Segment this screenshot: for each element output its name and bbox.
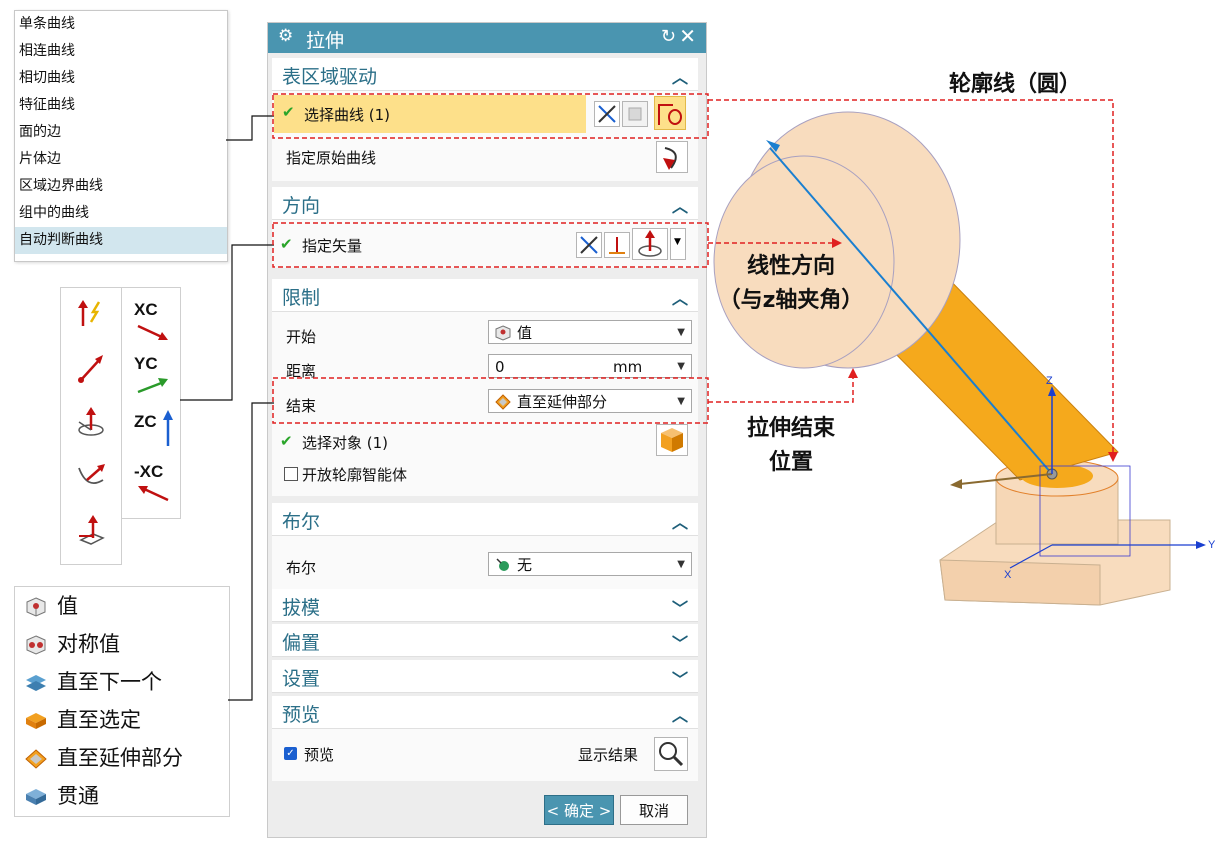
end-callout-line bbox=[708, 376, 854, 403]
select-curve-highlight bbox=[272, 93, 709, 139]
model-viewport: Z Y X bbox=[713, 111, 1216, 606]
vector-highlight bbox=[272, 222, 709, 268]
end-callout-arrow bbox=[848, 368, 858, 378]
x-axis-label: X bbox=[1004, 569, 1012, 581]
end-callout-line1: 拉伸结束 bbox=[746, 416, 835, 441]
connector-line bbox=[228, 402, 274, 701]
y-axis-label: Y bbox=[1208, 539, 1216, 551]
end-callout-line2: 位置 bbox=[768, 450, 813, 475]
profile-callout: 轮廓线（圆） bbox=[948, 72, 1081, 97]
connector-line bbox=[226, 115, 274, 141]
base-block-front bbox=[939, 559, 1101, 606]
annotation-overlay: Z Y X bbox=[180, 93, 1216, 701]
x-arrowhead bbox=[950, 479, 962, 489]
direction-callout-line2: （与z轴夹角） bbox=[718, 288, 864, 313]
y-arrowhead bbox=[1196, 541, 1206, 549]
profile-callout-arrow bbox=[1108, 452, 1118, 462]
direction-callout-line1: 线性方向 bbox=[746, 254, 835, 279]
connector-line bbox=[180, 244, 274, 401]
end-limit-highlight bbox=[272, 377, 709, 424]
z-axis-label: Z bbox=[1046, 375, 1053, 387]
